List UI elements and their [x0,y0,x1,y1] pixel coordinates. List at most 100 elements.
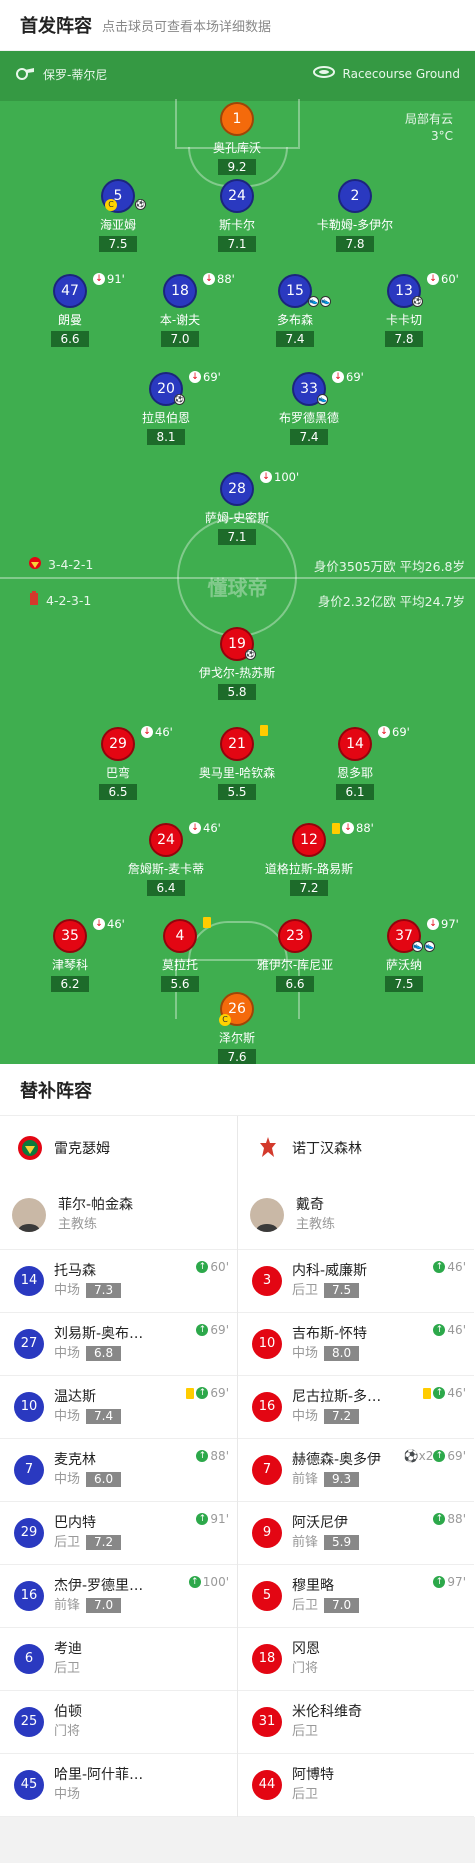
home-coach-row[interactable]: 菲尔-帕金森 主教练 [0,1180,237,1250]
player-home-15[interactable]: 15 👟 👟 多布森 7.4 [240,274,350,347]
sub-row[interactable]: 29 巴内特 后卫 7.2 ↑ 91' [0,1502,237,1565]
yellow-card-icon [186,1387,195,1399]
away-value: 身价2.32亿欧 平均24.7岁 [317,594,465,609]
player-away-12[interactable]: 12 ↓ 88' 道格拉斯-路易斯 7.2 [254,821,374,896]
away-formation-text: 4-2-3-1 [46,593,92,608]
home-value: 身价3505万欧 平均26.8岁 [313,559,465,574]
sub-row[interactable]: 9 阿沃尼伊 前锋 5.9 ↑ 88' [238,1502,474,1565]
sub-row[interactable]: 7 赫德森-奥多伊 前锋 9.3 ⚽ x2 ↑ 69' [238,1439,474,1502]
sub-row[interactable]: 31 米伦科维奇 后卫 [238,1691,474,1754]
sub-number: 10 [252,1329,282,1359]
sub-position: 前锋 [292,1472,319,1487]
player-home-33[interactable]: 33 ↓ 69' 👟 布罗德黑德 7.4 [254,370,364,445]
sub-row[interactable]: 5 穆里略 后卫 7.0 ↑ 97' [238,1565,474,1628]
sub-marker: ↓ 69' [189,370,221,384]
sub-row[interactable]: 7 麦克林 中场 6.0 ↑ 88' [0,1439,237,1502]
sub-row[interactable]: 16 尼古拉斯-多明格斯 中场 7.2 ↑46' [238,1376,474,1439]
sub-event: ↑ 69' [186,1386,229,1400]
player-away-35[interactable]: 35 ↓ 46' 津琴科 6.2 [15,917,125,992]
sub-rating: 7.0 [324,1598,360,1613]
sub-number: 14 [14,1266,44,1296]
sub-row[interactable]: 16 杰伊-罗德里格斯 前锋 7.0 ↑ 100' [0,1565,237,1628]
coach-name: 戴奇 [296,1196,324,1213]
sub-rating: 7.2 [324,1409,360,1424]
away-coach-row[interactable]: 戴奇 主教练 [238,1180,474,1250]
referee-name: 保罗-蒂尔尼 [43,68,108,82]
sub-rating: 7.2 [86,1535,122,1550]
match-info-bar: 保罗-蒂尔尼 Racecourse Ground [0,51,475,101]
sub-row[interactable]: 14 托马森 中场 7.3 ↑ 60' [0,1250,237,1313]
player-home-18[interactable]: 18 ↓ 88' 本-谢夫 7.0 [125,272,235,347]
card-marker [203,917,213,928]
sub-row[interactable]: 44 阿博特 后卫 [238,1754,474,1817]
sub-off-icon: ↓ [427,918,439,930]
player-away-24[interactable]: 24 ↓ 46' 詹姆斯-麦卡蒂 6.4 [111,821,221,896]
player-home-1[interactable]: 1 奥孔库沃 9.2 [182,102,292,175]
away-team-row[interactable]: 诺丁汉森林 [238,1116,474,1180]
home-team-name: 雷克瑟姆 [54,1141,110,1157]
sub-row[interactable]: 25 伯顿 门将 [0,1691,237,1754]
player-rating: 7.4 [290,429,328,445]
sub-number: 7 [252,1455,282,1485]
sub-number: 10 [14,1392,44,1422]
sub-row[interactable]: 3 内科-威廉斯 后卫 7.5 ↑ 46' [238,1250,474,1313]
sub-position: 中场 [292,1346,319,1361]
yellow-card-icon [423,1387,432,1399]
sub-row[interactable]: 10 吉布斯-怀特 中场 8.0 ↑ 46' [238,1313,474,1376]
sub-event: ↑ 88' [196,1449,229,1463]
sub-marker: ↓ 60' [427,272,459,286]
player-away-19[interactable]: 19 ⚽ 伊戈尔-热苏斯 5.8 [182,627,292,700]
player-name: 雅伊尔-库尼亚 [256,958,334,972]
sub-marker: ↓ 69' [378,725,410,739]
assist-icon: 👟 [412,941,423,952]
sub-number: 44 [252,1770,282,1800]
player-home-47[interactable]: 47 ↓ 91' 朗曼 6.6 [15,272,125,347]
player-home-28[interactable]: 28 ↓ 100' 萨姆-史密斯 7.1 [182,470,299,545]
sub-row[interactable]: 18 冈恩 门将 [238,1628,474,1691]
sub-on-icon: ↑ [196,1387,209,1399]
sub-row[interactable]: 6 考迪 后卫 [0,1628,237,1691]
sub-name: 托马森 [54,1263,96,1279]
player-away-14[interactable]: 14 ↓ 69' 恩多耶 6.1 [300,725,410,800]
away-subs-column: 诺丁汉森林 戴奇 主教练 3 内科-威廉斯 后卫 7.5 ↑ 46' 10 吉布斯-… [237,1116,474,1817]
home-team-row[interactable]: 雷克瑟姆 [0,1116,237,1180]
sub-off-icon: ↓ [189,371,201,383]
player-home-2[interactable]: 2 卡勒姆-多伊尔 7.8 [300,179,410,252]
sub-row[interactable]: 27 刘易斯-奥布赖恩 中场 6.8 ↑ 69' [0,1313,237,1376]
player-home-20[interactable]: 20 ↓ 69' ⚽ 拉思伯恩 8.1 [111,370,221,445]
player-away-26[interactable]: 26 C 泽尔斯 7.6 [182,992,292,1064]
weather-info: 局部有云 3°C [405,111,453,145]
player-away-37[interactable]: 37 ↓ 97' 👟 👟 萨沃纳 7.5 [349,917,459,992]
sub-position: 门将 [54,1724,81,1739]
sub-event: ↑ 69' [196,1323,229,1337]
player-number: 23 [278,919,312,953]
player-away-4[interactable]: 4 莫拉托 5.6 [125,917,235,992]
sub-event: ↑ 91' [196,1512,229,1526]
sub-marker: ↓ 46' [93,917,125,931]
player-away-23[interactable]: 23 雅伊尔-库尼亚 6.6 [240,919,350,992]
sub-name: 麦克林 [54,1452,96,1468]
sub-row[interactable]: 10 温达斯 中场 7.4 ↑ 69' [0,1376,237,1439]
assist-icon: 👟 [308,296,319,307]
sub-position: 中场 [54,1472,81,1487]
sub-on-icon: ↑ [433,1261,446,1273]
player-away-21[interactable]: 21 奥马里-哈钦森 5.5 [182,725,292,800]
sub-off-icon: ↓ [427,273,439,285]
sub-rating: 9.3 [324,1472,360,1487]
player-name: 朗曼 [57,313,82,327]
pitch: 保罗-蒂尔尼 Racecourse Ground 局部有云 3°C 懂球帝 3-… [0,51,475,1064]
sub-number: 5 [252,1581,282,1611]
player-number: 28 [220,472,254,506]
sub-event: ↑ 97' [433,1575,466,1589]
player-number: 12 [292,823,326,857]
player-home-5[interactable]: 5 C ⚽ 海亚姆 7.5 [63,179,173,252]
sub-row[interactable]: 45 哈里-阿什菲尔德 中场 [0,1754,237,1817]
player-home-24[interactable]: 24 斯卡尔 7.1 [182,179,292,252]
sub-name: 巴内特 [54,1515,96,1531]
sub-position: 后卫 [292,1598,319,1613]
player-home-13[interactable]: 13 ↓ 60' ⚽ 卡卡切 7.8 [349,272,459,347]
player-number: 15 [278,274,312,308]
sub-off-icon: ↓ [378,726,390,738]
sub-number: 31 [252,1707,282,1737]
player-away-29[interactable]: 29 ↓ 46' 巴弯 6.5 [63,725,173,800]
